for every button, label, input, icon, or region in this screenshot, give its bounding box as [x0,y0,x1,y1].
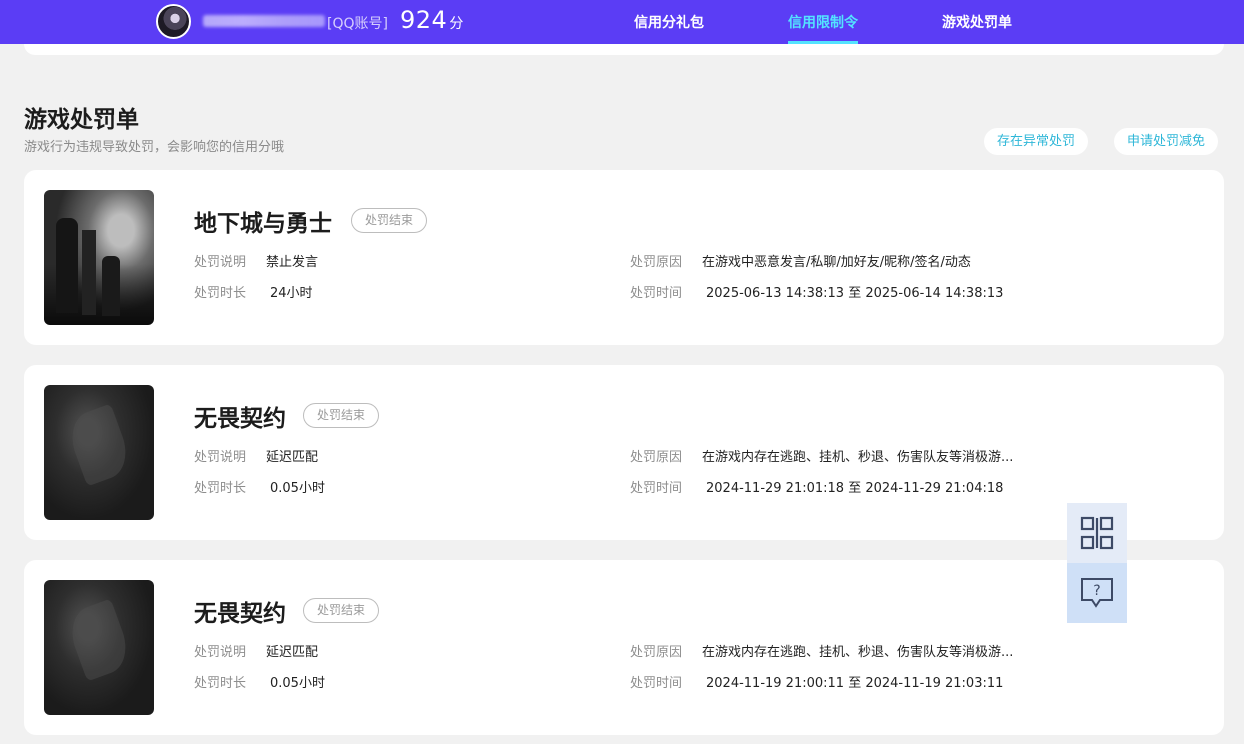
penalty-card: 无畏契约 处罚结束 处罚说明 延迟匹配 处罚时长 0.05小时 处罚原因 在游戏… [24,560,1224,735]
nav-credit-restriction[interactable]: 信用限制令 [788,12,858,32]
duration-value: 24小时 [270,286,313,301]
help-chat-icon: ? [1081,578,1113,608]
reason-label: 处罚原因 [630,450,683,465]
svg-text:?: ? [1093,583,1100,599]
duration-label: 处罚时长 [194,676,247,691]
time-value: 2025-06-13 14:38:13 至 2025-06-14 14:38:1… [706,286,1004,301]
penalty-card: 地下城与勇士 处罚结束 处罚说明 禁止发言 处罚时长 24小时 处罚原因 在游戏… [24,170,1224,345]
reason-label: 处罚原因 [630,255,683,270]
duration-value: 0.05小时 [270,676,325,691]
game-cover-image [44,580,154,715]
reason-label: 处罚原因 [630,645,683,660]
game-cover-image [44,190,154,325]
abnormal-penalty-button[interactable]: 存在异常处罚 [984,128,1089,155]
status-badge: 处罚结束 [351,208,428,233]
avatar[interactable] [156,4,191,39]
credit-score: 924 分 [400,6,464,34]
qrcode-icon [1080,516,1114,550]
desc-label: 处罚说明 [194,645,247,660]
time-label: 处罚时间 [630,676,683,691]
game-title: 无畏契约 [194,601,286,627]
nav-game-penalty[interactable]: 游戏处罚单 [942,12,1012,32]
game-title: 地下城与勇士 [194,211,332,237]
account-type-tag: [QQ账号] [327,16,388,32]
status-badge: 处罚结束 [303,598,380,623]
duration-value: 0.05小时 [270,481,325,496]
time-label: 处罚时间 [630,481,683,496]
reason-value: 在游戏内存在逃跑、挂机、秒退、伤害队友等消极游... [702,645,1014,660]
time-value: 2024-11-29 21:01:18 至 2024-11-29 21:04:1… [706,481,1004,496]
desc-value: 禁止发言 [266,255,319,270]
page-title: 游戏处罚单 [24,107,139,133]
game-title: 无畏契约 [194,406,286,432]
duration-label: 处罚时长 [194,481,247,496]
reason-value: 在游戏中恶意发言/私聊/加好友/昵称/签名/动态 [702,255,971,270]
desc-label: 处罚说明 [194,255,247,270]
apply-reduction-button[interactable]: 申请处罚减免 [1114,128,1219,155]
nav-credit-gift[interactable]: 信用分礼包 [634,12,704,32]
qrcode-button[interactable] [1067,503,1127,563]
status-badge: 处罚结束 [303,403,380,428]
desc-value: 延迟匹配 [266,450,319,465]
help-button[interactable]: ? [1067,563,1127,623]
previous-card-edge [24,44,1224,55]
time-label: 处罚时间 [630,286,683,301]
reason-value: 在游戏内存在逃跑、挂机、秒退、伤害队友等消极游... [702,450,1014,465]
top-bar: [QQ账号] 924 分 信用分礼包 信用限制令 游戏处罚单 [0,0,1244,44]
penalty-card: 无畏契约 处罚结束 处罚说明 延迟匹配 处罚时长 0.05小时 处罚原因 在游戏… [24,365,1224,540]
desc-label: 处罚说明 [194,450,247,465]
desc-value: 延迟匹配 [266,645,319,660]
page-subtitle: 游戏行为违规导致处罚，会影响您的信用分哦 [24,140,285,155]
duration-label: 处罚时长 [194,286,247,301]
time-value: 2024-11-19 21:00:11 至 2024-11-19 21:03:1… [706,676,1004,691]
blurred-username [203,15,325,27]
game-cover-image [44,385,154,520]
